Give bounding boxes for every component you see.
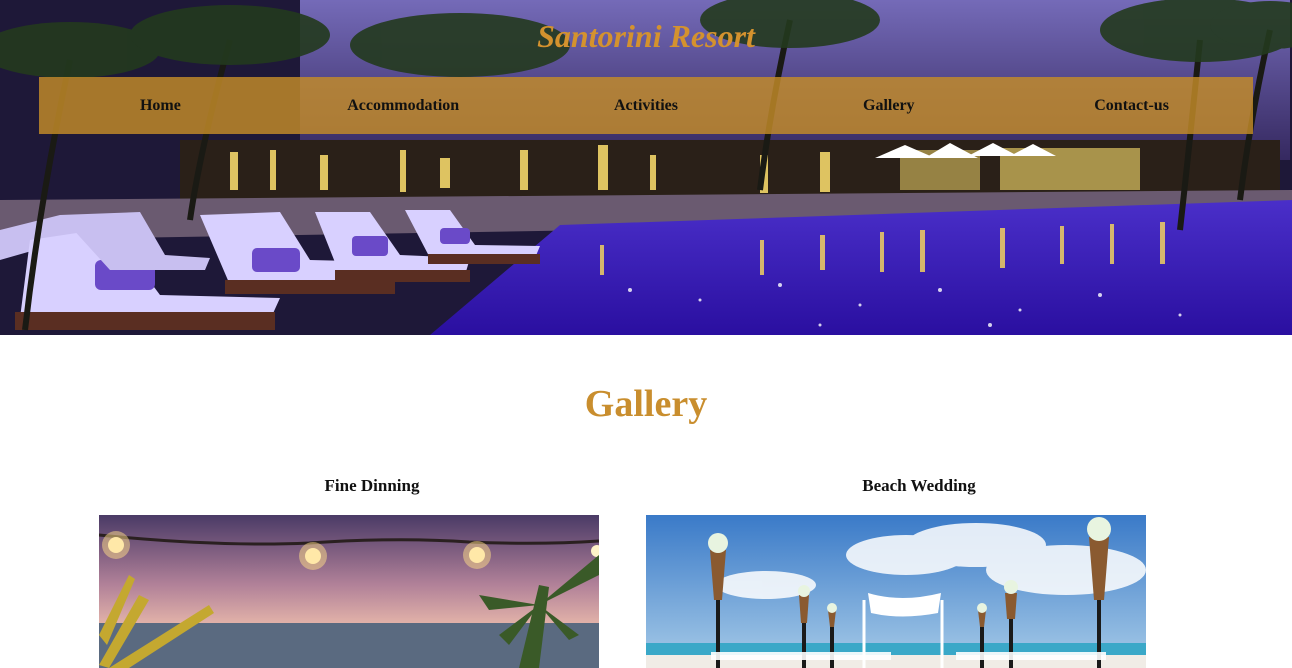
card-title-beach-wedding: Beach Wedding (862, 476, 976, 495)
gallery-heading: Gallery (584, 383, 708, 425)
fine-dinning-image[interactable] (99, 515, 599, 668)
nav-item-home[interactable]: Home (39, 97, 282, 115)
hero-banner: Santorini Resort Home Accommodation Acti… (0, 0, 1292, 335)
nav-item-accommodation[interactable]: Accommodation (282, 97, 525, 115)
card-title-fine-dinning: Fine Dinning (324, 476, 420, 495)
nav-item-activities[interactable]: Activities (525, 97, 768, 115)
site-title: Santorini Resort (537, 18, 755, 54)
nav-item-gallery[interactable]: Gallery (767, 97, 1010, 115)
beach-wedding-image[interactable] (646, 515, 1146, 668)
main-nav: Home Accommodation Activities Gallery Co… (39, 77, 1253, 134)
nav-item-contact-us[interactable]: Contact-us (1010, 97, 1253, 115)
